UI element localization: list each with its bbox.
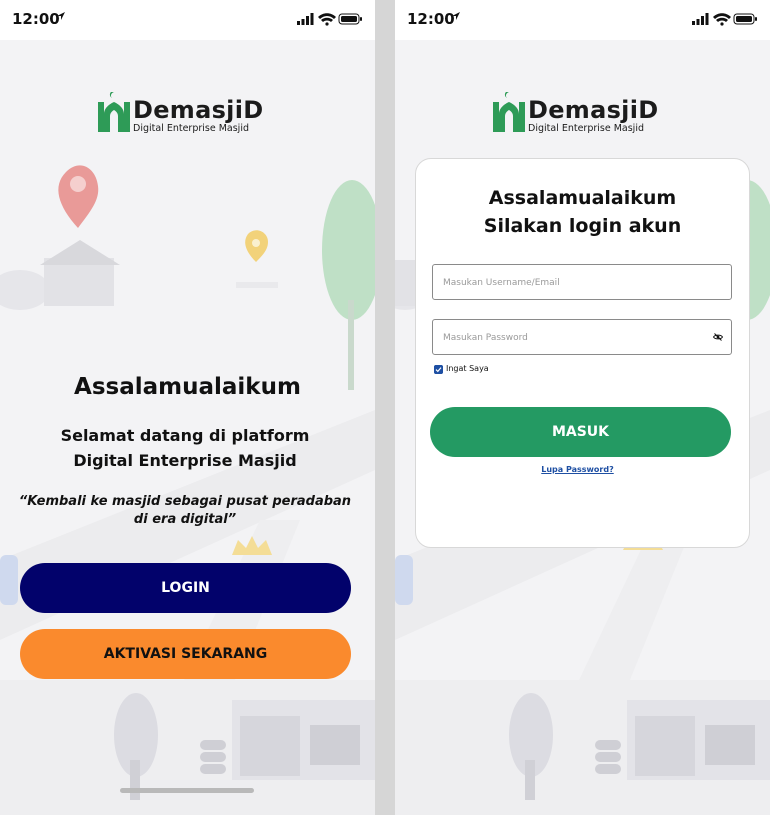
location-arrow-icon: [57, 12, 65, 20]
greeting-title: Assalamualaikum: [74, 374, 301, 400]
status-time: 12:00: [407, 10, 455, 28]
battery-icon: [733, 13, 757, 25]
welcome-screen: 12:00 DemasjiD Digital Enterprise Masjid…: [0, 0, 375, 815]
username-field[interactable]: [432, 264, 732, 301]
location-arrow-icon: [452, 12, 460, 20]
submit-login-button[interactable]: MASUK: [430, 407, 731, 457]
password-field[interactable]: [432, 319, 732, 356]
checkbox-icon[interactable]: [434, 365, 443, 374]
logo-mosque-icon: [98, 92, 130, 132]
brand-tagline: Digital Enterprise Masjid: [528, 123, 644, 134]
brand-logo: DemasjiD Digital Enterprise Masjid: [97, 92, 277, 136]
login-screen: 12:00 DemasjiD Digital Enterprise Masjid…: [395, 0, 770, 815]
wifi-icon: [318, 13, 336, 26]
home-indicator: [120, 788, 254, 793]
activate-now-button[interactable]: AKTIVASI SEKARANG: [20, 629, 351, 679]
quote-line-1: “Kembali ke masjid sebagai pusat peradab…: [18, 494, 352, 509]
login-title-line-2: Silakan login akun: [483, 215, 682, 237]
welcome-line-2: Digital Enterprise Masjid: [73, 451, 297, 470]
forgot-password-link[interactable]: Lupa Password?: [416, 465, 739, 474]
brand-logo: DemasjiD Digital Enterprise Masjid: [492, 92, 672, 136]
eye-off-icon[interactable]: [713, 332, 723, 342]
status-bar: 12:00: [0, 0, 375, 40]
brand-name: DemasjiD: [133, 96, 264, 124]
logo-mosque-icon: [493, 92, 525, 132]
status-bar: 12:00: [395, 0, 770, 40]
brand-name: DemasjiD: [528, 96, 659, 124]
signal-icon: [297, 13, 314, 25]
status-icons: [692, 13, 757, 26]
signal-icon: [692, 13, 709, 25]
status-time: 12:00: [12, 10, 60, 28]
wifi-icon: [713, 13, 731, 26]
welcome-line-1: Selamat datang di platform: [60, 426, 310, 445]
login-card: Assalamualaikum Silakan login akun Ingat…: [415, 158, 750, 548]
status-icons: [297, 13, 362, 26]
login-title-line-1: Assalamualaikum: [488, 187, 677, 209]
username-input[interactable]: [441, 265, 705, 301]
password-input[interactable]: [441, 320, 705, 356]
login-button[interactable]: LOGIN: [20, 563, 351, 613]
remember-me-label: Ingat Saya: [446, 364, 489, 373]
brand-tagline: Digital Enterprise Masjid: [133, 123, 249, 134]
quote-line-2: di era digital”: [133, 512, 237, 527]
battery-icon: [338, 13, 362, 25]
